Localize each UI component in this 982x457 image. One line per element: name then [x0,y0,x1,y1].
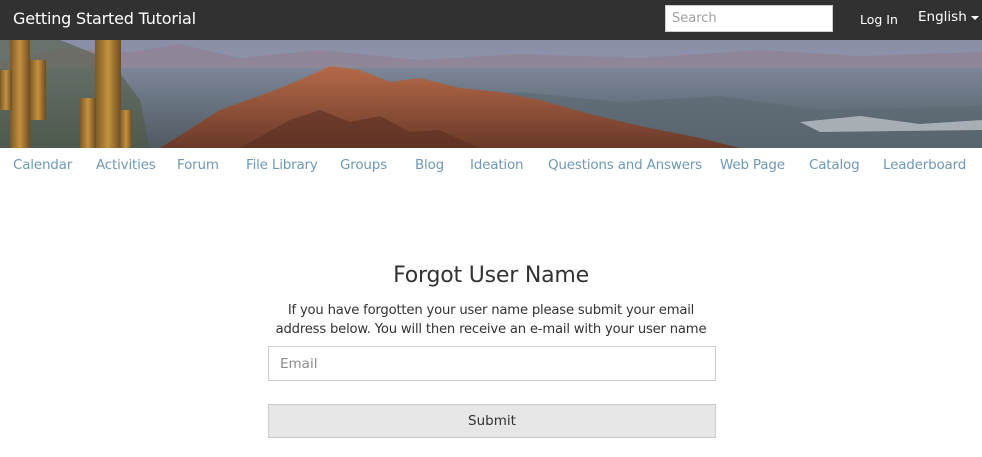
login-link[interactable]: Log In [860,12,898,27]
nav-item-blog[interactable]: Blog [415,157,444,173]
nav-item-calendar[interactable]: Calendar [13,157,72,173]
nav-item-catalog[interactable]: Catalog [809,157,860,173]
language-dropdown[interactable]: English [918,9,979,25]
language-label: English [918,9,967,25]
nav-item-activities[interactable]: Activities [96,157,156,173]
caret-down-icon [970,16,979,20]
form-description-line-1: If you have forgotten your user name ple… [287,303,695,318]
nav-item-groups[interactable]: Groups [340,157,387,173]
search-input[interactable] [665,5,833,32]
banner-image [0,40,982,148]
desert-mountain-landscape [0,40,982,148]
nav-item-file-library[interactable]: File Library [246,157,318,173]
email-field[interactable] [268,346,716,381]
form-description: If you have forgotten your user name ple… [260,301,722,339]
nav-item-forum[interactable]: Forum [177,157,219,173]
nav-item-web-page[interactable]: Web Page [720,157,785,173]
main-nav: Calendar Activities Forum File Library G… [0,148,982,184]
site-title[interactable]: Getting Started Tutorial [13,9,196,28]
nav-item-leaderboard[interactable]: Leaderboard [883,157,966,173]
form-description-line-2: address below. You will then receive an … [275,322,707,337]
nav-item-questions-and-answers[interactable]: Questions and Answers [548,157,702,173]
top-bar: Getting Started Tutorial Log In English [0,0,982,40]
submit-button[interactable]: Submit [268,404,716,438]
page-title: Forgot User Name [393,263,589,288]
nav-item-ideation[interactable]: Ideation [470,157,524,173]
